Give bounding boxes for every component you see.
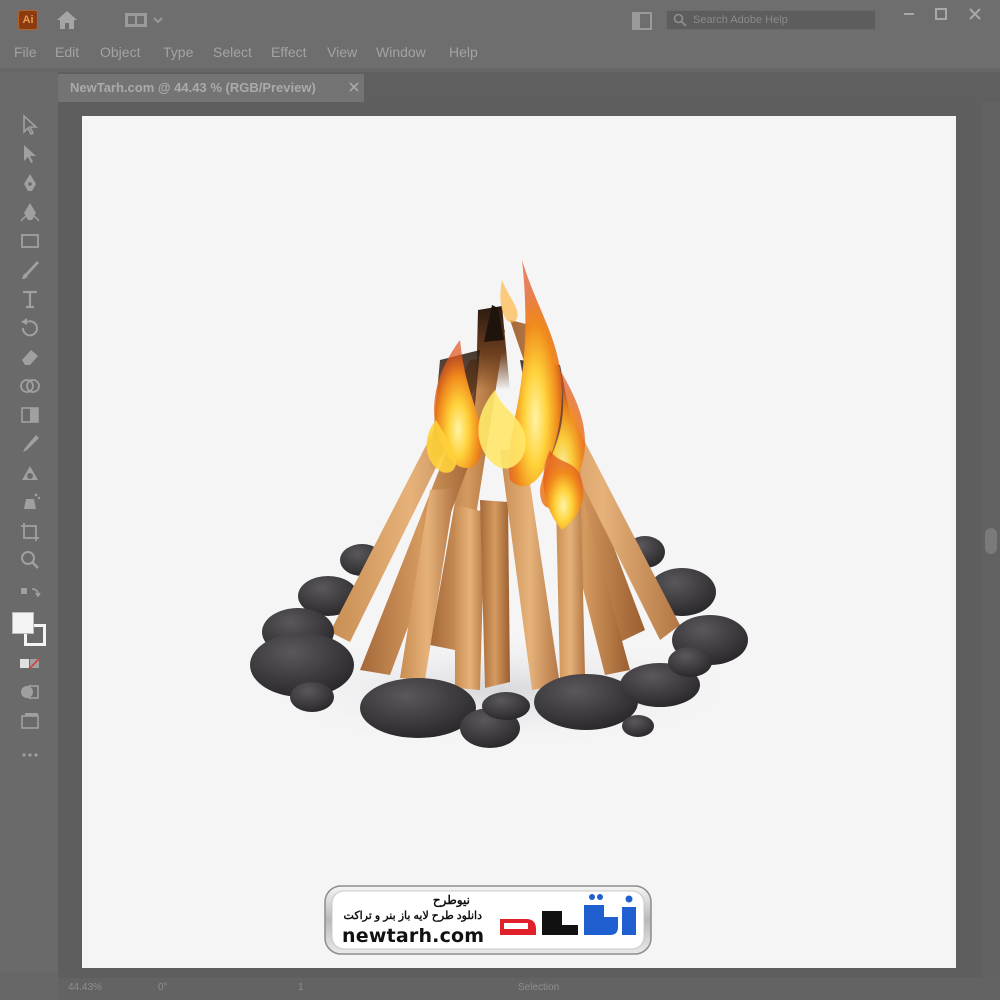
pen-tool-icon[interactable]: [18, 172, 42, 194]
newtarh-watermark: نیوطرح دانلود طرح لایه باز بنر و تراکت n…: [324, 885, 652, 955]
menu-bar: File Edit Object Type Select Effect View…: [0, 40, 1000, 68]
selection-tool-icon[interactable]: [18, 114, 42, 136]
artboard-tool-icon[interactable]: [18, 520, 42, 542]
artboard-index[interactable]: 1: [298, 982, 304, 993]
watermark-url: newtarh.com: [342, 925, 485, 947]
shape-builder-tool-icon[interactable]: [18, 375, 42, 397]
menu-help[interactable]: Help: [449, 44, 478, 60]
swap-colors-icon[interactable]: [18, 584, 42, 606]
current-tool-mode[interactable]: Selection: [518, 982, 559, 993]
color-mode-icon[interactable]: [18, 652, 42, 674]
menu-edit[interactable]: Edit: [55, 44, 79, 60]
curvature-tool-icon[interactable]: [18, 201, 42, 223]
fill-color-swatch[interactable]: [12, 612, 34, 634]
document-tab-bar: NewTarh.com @ 44.43 % (RGB/Preview): [58, 72, 1000, 102]
newtarh-logo-mark: [500, 894, 636, 935]
status-bar: 44.43% 0° 1 Selection: [58, 978, 1000, 1000]
tools-panel: [0, 72, 58, 972]
screen-mode-icon[interactable]: [18, 710, 42, 732]
direct-selection-tool-icon[interactable]: [18, 143, 42, 165]
rectangle-tool-icon[interactable]: [18, 230, 42, 252]
blend-tool-icon[interactable]: [18, 462, 42, 484]
zoom-tool-icon[interactable]: [18, 549, 42, 571]
close-tab-icon[interactable]: [348, 81, 360, 93]
title-bar: Ai: [0, 0, 1000, 40]
menu-effect[interactable]: Effect: [271, 44, 307, 60]
drawing-mode-icon[interactable]: [18, 681, 42, 703]
home-icon[interactable]: [56, 10, 78, 30]
illustrator-app-icon[interactable]: Ai: [18, 10, 38, 30]
workspace-switcher-icon[interactable]: [124, 12, 164, 28]
maximize-icon[interactable]: [930, 6, 952, 22]
vertical-scrollbar[interactable]: [982, 102, 1000, 978]
watermark-tagline: دانلود طرح لایه باز بنر و تراکت: [343, 910, 482, 922]
document-tab[interactable]: NewTarh.com @ 44.43 % (RGB/Preview): [58, 74, 364, 102]
more-tools-icon[interactable]: [18, 744, 42, 766]
arrange-documents-icon[interactable]: [632, 12, 652, 30]
zoom-level[interactable]: 44.43%: [68, 982, 102, 993]
close-icon[interactable]: [964, 6, 986, 22]
rotation-angle[interactable]: 0°: [158, 982, 168, 993]
document-tab-label: NewTarh.com @ 44.43 % (RGB/Preview): [70, 80, 316, 95]
gradient-tool-icon[interactable]: [18, 404, 42, 426]
minimize-icon[interactable]: [898, 6, 920, 22]
search-field[interactable]: [666, 10, 876, 30]
search-input[interactable]: [693, 12, 871, 28]
symbol-sprayer-tool-icon[interactable]: [18, 491, 42, 513]
menu-view[interactable]: View: [327, 44, 357, 60]
eraser-tool-icon[interactable]: [18, 346, 42, 368]
menu-window[interactable]: Window: [376, 44, 426, 60]
paintbrush-tool-icon[interactable]: [18, 259, 42, 281]
rotate-tool-icon[interactable]: [18, 317, 42, 339]
menu-object[interactable]: Object: [100, 44, 140, 60]
menu-select[interactable]: Select: [213, 44, 252, 60]
menu-type[interactable]: Type: [163, 44, 193, 60]
campfire-artwork[interactable]: [240, 250, 760, 760]
menu-file[interactable]: File: [14, 44, 37, 60]
search-icon: [673, 13, 687, 27]
scrollbar-thumb[interactable]: [985, 528, 997, 554]
eyedropper-tool-icon[interactable]: [18, 433, 42, 455]
watermark-brand-text: نیوطرح: [432, 893, 470, 907]
type-tool-icon[interactable]: [18, 288, 42, 310]
log-pile: [330, 305, 680, 690]
